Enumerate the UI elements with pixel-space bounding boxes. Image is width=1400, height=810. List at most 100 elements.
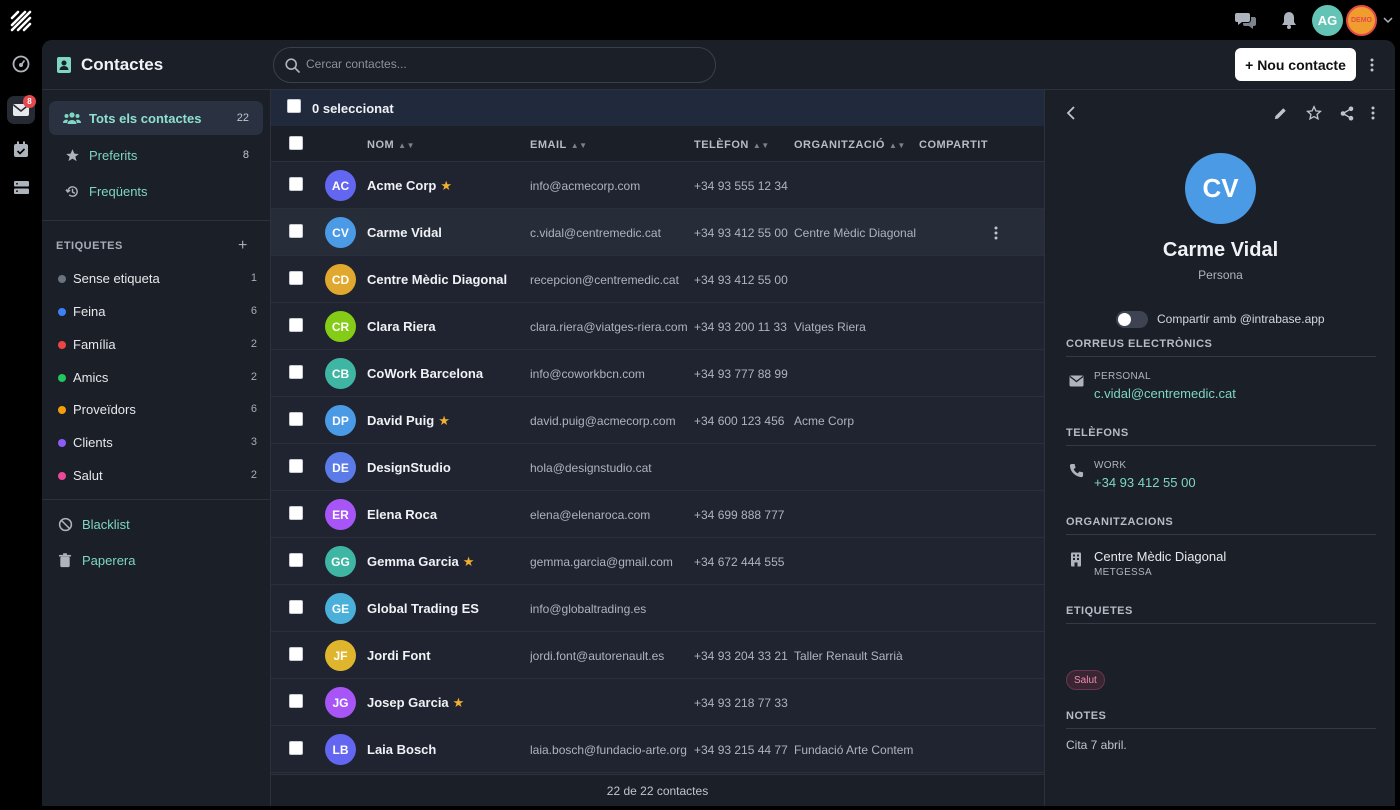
share-icon[interactable]	[1337, 103, 1357, 123]
app-rail: 8	[0, 0, 42, 810]
column-shared: COMPARTIT	[919, 139, 989, 151]
column-label: ORGANITZACIÓ	[794, 139, 885, 151]
contact-phone: +34 93 412 55 00	[694, 273, 788, 287]
contact-phone: +34 93 204 33 21	[694, 649, 788, 663]
share-toggle[interactable]	[1116, 311, 1148, 328]
row-checkbox[interactable]	[289, 694, 303, 708]
detail-org-role: METGESSA	[1094, 567, 1152, 578]
user-avatar[interactable]: AG	[1312, 5, 1343, 36]
row-checkbox[interactable]	[289, 741, 303, 755]
table-row[interactable]: GG Gemma Garcia ★ gemma.garcia@gmail.com …	[271, 538, 1044, 585]
add-tag-button[interactable]: +	[238, 237, 247, 255]
emails-section-title: CORREUS ELECTRÒNICS	[1066, 338, 1376, 357]
row-checkbox[interactable]	[289, 412, 303, 426]
table-row[interactable]: CR Clara Riera clara.riera@viatges-riera…	[271, 303, 1044, 350]
bell-icon[interactable]	[1280, 10, 1298, 30]
row-checkbox[interactable]	[289, 224, 303, 238]
row-more-icon[interactable]	[990, 224, 1002, 242]
row-checkbox[interactable]	[289, 553, 303, 567]
table-row[interactable]: AC Acme Corp ★ info@acmecorp.com +34 93 5…	[271, 162, 1044, 209]
calendar-icon[interactable]	[7, 135, 35, 163]
avatar: DP	[325, 405, 356, 436]
more-vertical-icon[interactable]	[1364, 55, 1380, 75]
search-icon	[285, 58, 300, 76]
row-checkbox[interactable]	[289, 177, 303, 191]
sidebar-item-frequent[interactable]: Freqüents	[49, 174, 263, 208]
table-row[interactable]: CD Centre Mèdic Diagonal recepcion@centr…	[271, 256, 1044, 303]
column-phone[interactable]: TELÈFON ▲▼	[694, 139, 770, 151]
favorite-star-icon[interactable]	[1304, 103, 1324, 123]
new-contact-button[interactable]: + Nou contacte	[1235, 48, 1356, 81]
phone-kind: WORK	[1094, 460, 1127, 471]
contact-name: Jordi Font	[367, 648, 431, 663]
tag-item-friends[interactable]: Amics 2	[56, 368, 257, 390]
storage-icon[interactable]	[7, 173, 35, 201]
mail-badge: 8	[23, 95, 36, 108]
star-icon: ★	[438, 413, 450, 428]
table-row[interactable]: JF Jordi Font jordi.font@autorenault.es …	[271, 632, 1044, 679]
detail-phone-link[interactable]: +34 93 412 55 00	[1094, 475, 1196, 490]
row-checkbox[interactable]	[289, 647, 303, 661]
table-row[interactable]: ER Elena Roca elena@elenaroca.com +34 69…	[271, 491, 1044, 538]
tag-item-suppliers[interactable]: Proveïdors 6	[56, 400, 257, 422]
back-chevron-icon[interactable]	[1061, 103, 1081, 123]
users-icon	[63, 110, 81, 126]
contact-phone: +34 672 444 555	[694, 555, 785, 569]
contact-org: Centre Mèdic Diagonal	[794, 226, 917, 240]
table-row[interactable]: DP David Puig ★ david.puig@acmecorp.com +…	[271, 397, 1044, 444]
table-row[interactable]: LB Laia Bosch laia.bosch@fundacio-arte.o…	[271, 726, 1044, 773]
detail-tag-pill[interactable]: Salut	[1066, 670, 1105, 690]
tag-item-family[interactable]: Família 2	[56, 335, 257, 357]
detail-more-icon[interactable]	[1363, 103, 1383, 123]
demo-avatar[interactable]: DEMO	[1346, 5, 1377, 36]
row-checkbox[interactable]	[289, 318, 303, 332]
column-name[interactable]: NOM ▲▼	[367, 139, 415, 151]
page-title: Contactes	[81, 55, 164, 74]
tag-item-no-label[interactable]: Sense etiqueta 1	[56, 269, 257, 291]
name-text: David Puig	[367, 413, 435, 428]
avatar: AC	[325, 170, 356, 201]
name-text: Josep Garcia	[367, 695, 449, 710]
search-box[interactable]	[273, 47, 716, 83]
column-email[interactable]: EMAIL ▲▼	[530, 139, 588, 151]
tag-dot	[58, 439, 66, 447]
contact-email: gemma.garcia@gmail.com	[530, 555, 673, 569]
tag-item-work[interactable]: Feina 6	[56, 302, 257, 324]
row-checkbox[interactable]	[289, 365, 303, 379]
row-checkbox[interactable]	[289, 506, 303, 520]
contact-email: info@coworkbcn.com	[530, 367, 645, 381]
table-row[interactable]: GE Global Trading ES info@globaltrading.…	[271, 585, 1044, 632]
dashboard-icon[interactable]	[7, 50, 35, 78]
header-checkbox[interactable]	[289, 136, 303, 150]
table-row[interactable]: JG Josep Garcia ★ +34 93 218 77 33	[271, 679, 1044, 726]
search-input[interactable]	[306, 57, 696, 71]
tag-item-clients[interactable]: Clients 3	[56, 433, 257, 455]
column-organization[interactable]: ORGANITZACIÓ ▲▼	[794, 139, 906, 151]
row-checkbox[interactable]	[289, 459, 303, 473]
detail-email-link[interactable]: c.vidal@centremedic.cat	[1094, 386, 1236, 401]
chat-icon[interactable]	[1235, 10, 1257, 30]
detail-type: Persona	[1198, 268, 1243, 282]
row-checkbox[interactable]	[289, 600, 303, 614]
detail-name: Carme Vidal	[1162, 239, 1279, 261]
row-checkbox[interactable]	[289, 271, 303, 285]
chevron-down-icon[interactable]	[1382, 14, 1394, 26]
edit-pencil-icon[interactable]	[1270, 103, 1290, 123]
tag-item-health[interactable]: Salut 2	[56, 466, 257, 488]
contact-org: Taller Renault Sarrià	[794, 649, 903, 663]
select-all-checkbox[interactable]	[287, 99, 301, 113]
table-row[interactable]: DE DesignStudio hola@designstudio.cat	[271, 444, 1044, 491]
table-row[interactable]: CV Carme Vidal c.vidal@centremedic.cat +…	[271, 209, 1044, 256]
sidebar-item-all-contacts[interactable]: Tots els contactes 22	[49, 101, 263, 135]
sidebar-item-favorites[interactable]: Preferits 8	[49, 138, 263, 172]
orgs-section-title: ORGANITZACIONS	[1066, 516, 1376, 535]
tag-count: 3	[250, 436, 257, 448]
star-icon	[63, 147, 81, 163]
contact-phone: +34 600 123 456	[694, 414, 785, 428]
contact-email: clara.riera@viatges-riera.com	[530, 320, 688, 334]
sidebar: Tots els contactes 22 Preferits 8 Freqüe…	[42, 90, 271, 806]
table-row[interactable]: CB CoWork Barcelona info@coworkbcn.com +…	[271, 350, 1044, 397]
avatar: DE	[325, 452, 356, 483]
tag-count: 6	[250, 305, 257, 317]
app-logo-icon[interactable]	[9, 9, 33, 33]
